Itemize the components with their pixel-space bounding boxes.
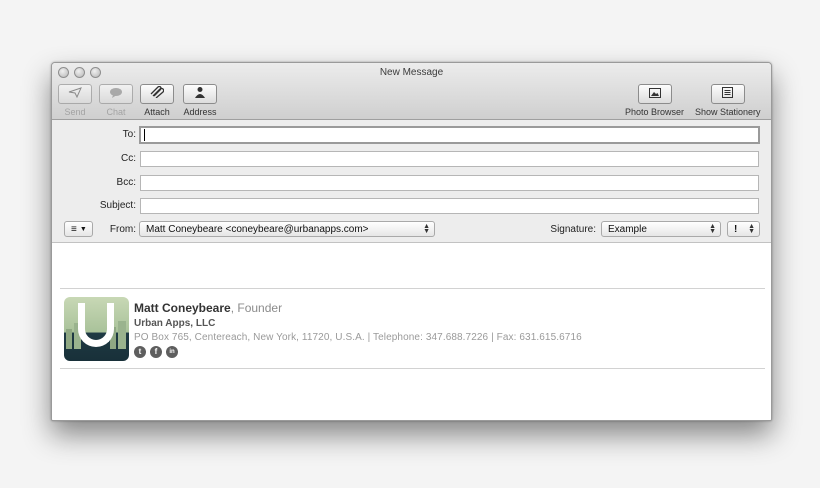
cc-label: Cc:: [121, 153, 136, 164]
signature-company: Urban Apps, LLC: [134, 318, 216, 329]
signature-value: Example: [608, 223, 647, 235]
logo-letter-u: [78, 303, 114, 347]
from-value: Matt Coneybeare <coneybeare@urbanapps.co…: [146, 223, 369, 235]
address-label: Address: [183, 107, 217, 117]
twitter-icon[interactable]: t: [134, 346, 146, 358]
signature-bottom-divider: [60, 368, 765, 369]
from-label: From:: [109, 224, 136, 235]
signature-label: Signature:: [550, 224, 596, 235]
send-button[interactable]: Send: [58, 84, 92, 117]
signature-popup[interactable]: Example ▲ ▼: [601, 221, 721, 237]
cc-field[interactable]: [140, 151, 759, 167]
from-popup[interactable]: Matt Coneybeare <coneybeare@urbanapps.co…: [139, 221, 435, 237]
bcc-field[interactable]: [140, 175, 759, 191]
subject-field[interactable]: [140, 198, 759, 214]
show-stationery-button[interactable]: Show Stationery: [695, 84, 761, 117]
new-message-window: New Message Send Chat Attach Address Pho…: [51, 62, 772, 421]
attach-label: Attach: [144, 107, 170, 117]
signature-top-divider: [60, 288, 765, 289]
paperclip-icon: [150, 85, 165, 103]
toolbar: New Message Send Chat Attach Address Pho…: [52, 63, 771, 120]
up-down-arrows-icon: ▲ ▼: [423, 223, 430, 235]
photo-browser-label: Photo Browser: [625, 107, 685, 117]
person-icon: [194, 85, 206, 103]
stationery-icon: [722, 85, 734, 103]
urban-apps-logo: [64, 297, 129, 361]
window-title: New Message: [379, 67, 444, 78]
attach-button[interactable]: Attach: [140, 84, 174, 117]
chat-label: Chat: [106, 107, 126, 117]
up-down-arrows-icon: ▲ ▼: [709, 223, 716, 235]
text-caret: [144, 129, 145, 141]
signature-name: Matt Coneybeare: [134, 301, 231, 315]
facebook-icon[interactable]: f: [150, 346, 162, 358]
message-header: To: Cc: Bcc: Subject: ≡ ▼ From: Matt Con…: [52, 120, 771, 243]
send-label: Send: [64, 107, 86, 117]
subject-label: Subject:: [99, 200, 136, 211]
priority-value: !: [734, 223, 738, 235]
address-button[interactable]: Address: [183, 84, 217, 117]
signature-address: PO Box 765, Centereach, New York, 11720,…: [134, 332, 582, 343]
up-down-arrows-icon: ▲ ▼: [748, 223, 755, 235]
chat-button[interactable]: Chat: [99, 84, 133, 117]
priority-popup[interactable]: ! ▲ ▼: [727, 221, 760, 237]
bcc-label: Bcc:: [116, 177, 136, 188]
signature-name-line: Matt Coneybeare, Founder: [134, 301, 282, 315]
to-label: To:: [122, 129, 136, 140]
speech-bubble-icon: [109, 85, 123, 103]
photo-icon: [648, 85, 661, 103]
signature-role: , Founder: [230, 301, 283, 315]
linkedin-icon[interactable]: in: [166, 346, 178, 358]
paper-plane-icon: [68, 85, 82, 103]
to-field[interactable]: [139, 126, 760, 144]
photo-browser-button[interactable]: Photo Browser: [625, 84, 684, 117]
show-stationery-label: Show Stationery: [695, 107, 761, 117]
